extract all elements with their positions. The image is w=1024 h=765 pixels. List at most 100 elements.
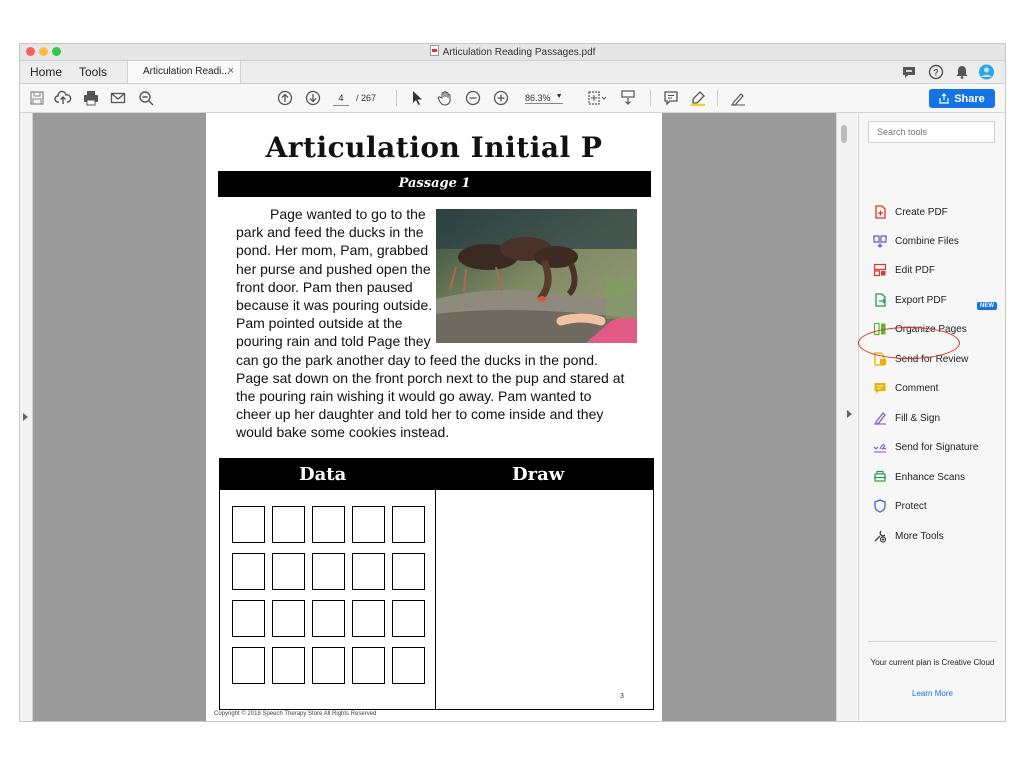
passage-label: Passage 1: [218, 171, 651, 197]
fill-sign-icon: [874, 412, 886, 425]
share-label: Share: [954, 92, 985, 105]
data-box[interactable]: [352, 647, 385, 684]
user-avatar-icon[interactable]: [978, 64, 995, 80]
select-cursor-icon[interactable]: [408, 89, 426, 107]
tool-label: Fill & Sign: [895, 412, 941, 424]
print-icon[interactable]: [82, 89, 100, 107]
protect-icon: [874, 499, 886, 513]
zoom-out-icon[interactable]: [464, 89, 482, 107]
data-box[interactable]: [232, 647, 265, 684]
data-header: Data: [299, 464, 347, 485]
data-box[interactable]: [312, 647, 345, 684]
tools-pane: Search tools Create PDF Combine Files Ed…: [858, 113, 1005, 721]
story-line: her purse and pushed open the: [236, 260, 431, 277]
zoom-level-dropdown[interactable]: 86.3% ▼: [525, 93, 563, 104]
chevron-down-icon: ▼: [555, 93, 563, 100]
sign-pen-icon[interactable]: [729, 89, 747, 107]
collapse-right-panel-icon[interactable]: [847, 410, 852, 418]
search-tools-input[interactable]: Search tools: [868, 121, 995, 143]
tool-comment[interactable]: Comment: [873, 379, 938, 397]
story-line: can go the park another day to feed the …: [236, 351, 598, 368]
column-divider: [435, 490, 436, 709]
story-text: Page wanted to go to the park and feed t…: [236, 205, 636, 442]
story-line: front door. Pam then paused: [236, 278, 413, 295]
comment-note-icon[interactable]: [662, 89, 680, 107]
tool-fill-sign[interactable]: Fill & Sign: [873, 409, 940, 427]
document-viewport[interactable]: Articulation Initial P Passage 1 Page wa…: [20, 113, 857, 721]
page-number-label: 3: [620, 693, 624, 700]
next-page-icon[interactable]: [304, 89, 322, 107]
tool-label: Protect: [895, 500, 927, 512]
data-box[interactable]: [232, 553, 265, 590]
page-total: / 267: [356, 93, 377, 103]
help-icon[interactable]: ?: [928, 64, 944, 80]
tool-export-pdf[interactable]: Export PDF: [873, 291, 947, 309]
create-pdf-icon: [875, 205, 886, 219]
tab-document[interactable]: Articulation Readi... ×: [127, 61, 241, 83]
fit-page-icon[interactable]: [586, 89, 608, 107]
email-icon[interactable]: [109, 89, 127, 107]
story-line: Pam pointed outside at the: [236, 315, 403, 332]
title-bar: Articulation Reading Passages.pdf: [20, 44, 1005, 61]
scroll-mode-icon[interactable]: [619, 89, 637, 107]
tool-more-tools[interactable]: More Tools: [873, 527, 944, 545]
pdf-file-icon: [429, 45, 439, 56]
tool-enhance-scans[interactable]: Enhance Scans: [873, 468, 965, 486]
highlighter-icon[interactable]: [689, 89, 707, 107]
upload-cloud-icon[interactable]: [54, 89, 72, 107]
tool-send-for-signature[interactable]: Send for Signature: [873, 438, 978, 456]
pane-divider: [868, 641, 997, 642]
more-tools-icon: [874, 530, 887, 543]
tab-home[interactable]: Home: [30, 65, 62, 79]
toolbar-divider: [650, 90, 651, 106]
notifications-bell-icon[interactable]: [954, 64, 970, 80]
data-box[interactable]: [232, 506, 265, 543]
table-header: Data Draw: [220, 459, 653, 490]
scrollbar-thumb[interactable]: [841, 125, 847, 143]
tool-combine-files[interactable]: Combine Files: [873, 232, 959, 250]
tool-edit-pdf[interactable]: Edit PDF: [873, 261, 935, 279]
close-tab-icon[interactable]: ×: [228, 65, 234, 77]
data-box[interactable]: [312, 506, 345, 543]
data-box[interactable]: [352, 506, 385, 543]
zoom-out-search-icon[interactable]: [137, 89, 155, 107]
share-icon: [939, 93, 949, 104]
export-pdf-icon: [875, 293, 886, 307]
tool-create-pdf[interactable]: Create PDF: [873, 203, 948, 221]
main-toolbar: / 267 86.3% ▼: [20, 84, 1005, 113]
story-line: the pouring rain wishing it would go awa…: [236, 388, 592, 405]
share-button[interactable]: Share: [929, 89, 995, 108]
data-box[interactable]: [312, 600, 345, 637]
tool-protect[interactable]: Protect: [873, 497, 927, 515]
data-box[interactable]: [272, 506, 305, 543]
data-box[interactable]: [272, 600, 305, 637]
data-box[interactable]: [352, 553, 385, 590]
zoom-level-value: 86.3%: [525, 93, 551, 103]
tab-tools[interactable]: Tools: [79, 65, 107, 79]
data-box[interactable]: [392, 506, 425, 543]
data-box[interactable]: [272, 553, 305, 590]
window-title: Articulation Reading Passages.pdf: [20, 45, 1005, 58]
data-box[interactable]: [352, 600, 385, 637]
data-box[interactable]: [392, 600, 425, 637]
tool-label: Edit PDF: [895, 264, 936, 276]
learn-more-link[interactable]: Learn More: [859, 689, 1005, 698]
expand-left-panel-icon[interactable]: [23, 413, 28, 421]
story-line: Page wanted to go to the: [270, 206, 426, 222]
tool-label: Enhance Scans: [895, 471, 966, 483]
hand-tool-icon[interactable]: [436, 89, 454, 107]
previous-page-icon[interactable]: [276, 89, 294, 107]
data-box[interactable]: [312, 553, 345, 590]
tool-label: Create PDF: [895, 206, 948, 218]
data-box[interactable]: [272, 647, 305, 684]
chat-icon[interactable]: [901, 64, 917, 80]
page-number-input[interactable]: [333, 91, 349, 106]
data-box[interactable]: [392, 647, 425, 684]
data-box[interactable]: [232, 600, 265, 637]
data-box[interactable]: [392, 553, 425, 590]
story-line: would bake some cookies instead.: [236, 424, 450, 441]
zoom-in-icon[interactable]: [492, 89, 510, 107]
send-for-signature-icon: [873, 444, 887, 453]
save-icon[interactable]: [28, 89, 46, 107]
left-panel-collapsed[interactable]: [20, 113, 33, 721]
